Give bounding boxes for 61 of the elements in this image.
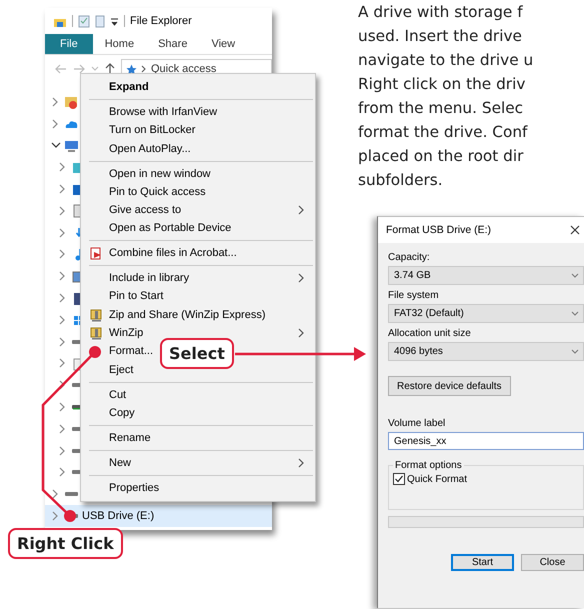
- menu-item[interactable]: Include in library: [81, 269, 315, 288]
- dialog-title: Format USB Drive (E:): [386, 224, 492, 236]
- up-arrow-icon[interactable]: [105, 63, 115, 75]
- menu-item[interactable]: Rename: [81, 428, 157, 447]
- menu-item[interactable]: Copy: [81, 404, 141, 422]
- field-label: Allocation unit size: [388, 328, 472, 339]
- chevron-icon: [141, 64, 147, 74]
- ribbon-tab[interactable]: View: [199, 34, 248, 54]
- chevron-down-icon: [571, 348, 579, 354]
- back-arrow-icon[interactable]: [55, 64, 67, 74]
- group-label: Format options: [394, 460, 463, 471]
- forward-arrow-icon[interactable]: [73, 64, 85, 74]
- ribbon-tab[interactable]: Share: [146, 34, 200, 54]
- start-button[interactable]: Start: [451, 554, 514, 571]
- callout-label: Select: [160, 338, 234, 369]
- menu-item[interactable]: Browse with IrfanView: [81, 102, 224, 122]
- volume-label-field[interactable]: Genesis_xx: [388, 432, 584, 450]
- window-title: File Explorer: [130, 15, 192, 27]
- ribbon-tab[interactable]: Home: [92, 34, 146, 54]
- menu-item[interactable]: Properties: [81, 478, 166, 497]
- tree-item-label: USB Drive (E:): [82, 510, 154, 522]
- menu-item[interactable]: Give access to: [81, 200, 315, 220]
- menu-item[interactable]: Eject: [81, 360, 140, 379]
- field-label: Capacity:: [388, 252, 431, 263]
- dropdown[interactable]: FAT32 (Default): [388, 304, 584, 323]
- ribbon-tab[interactable]: File: [45, 34, 93, 54]
- dropdown[interactable]: 4096 bytes: [388, 342, 584, 361]
- menu-item[interactable]: Cut: [81, 385, 132, 404]
- drive-icon: [65, 492, 78, 496]
- checkbox[interactable]: [393, 473, 405, 485]
- menu-item[interactable]: Open in new window: [81, 164, 217, 183]
- properties-icon[interactable]: [78, 14, 90, 28]
- breadcrumb-item[interactable]: Quick access: [151, 63, 216, 75]
- star-icon: [126, 64, 137, 74]
- instruction-paragraph: A drive with storage f used. Insert the drive navigate to the drive u Right click on the driv from the menu. Selec format the drive. Conf placed on the root dir subfolders.: [358, 2, 534, 191]
- menu-item[interactable]: Expand: [81, 78, 155, 96]
- close-icon[interactable]: [570, 225, 580, 235]
- menu-item[interactable]: Zip and Share (WinZip Express): [81, 306, 272, 324]
- folder-icon: [64, 94, 79, 110]
- field-label: File system: [388, 290, 440, 301]
- dropdown[interactable]: 3.74 GB: [388, 266, 584, 285]
- archive-icon: [89, 308, 103, 322]
- menu-item[interactable]: New: [81, 454, 315, 472]
- close-button[interactable]: Close: [521, 554, 584, 571]
- menu-item[interactable]: Turn on BitLocker: [81, 121, 202, 140]
- tree-item[interactable]: USB Drive (E:): [45, 505, 272, 527]
- menu-item[interactable]: Pin to Start: [81, 287, 170, 306]
- chevron-down-icon[interactable]: [51, 140, 61, 150]
- callout-label: Right Click: [8, 528, 123, 559]
- archive-icon: [89, 326, 103, 340]
- download-icon: [76, 228, 82, 238]
- menu-item[interactable]: Open AutoPlay...: [81, 139, 197, 158]
- menu-item[interactable]: Combine files in Acrobat...: [81, 244, 243, 262]
- restore-defaults-button[interactable]: Restore device defaults: [388, 376, 511, 396]
- checkbox-label: Quick Format: [407, 474, 468, 484]
- menu-item[interactable]: Pin to Quick access: [81, 182, 212, 201]
- menu-item[interactable]: Format...: [81, 342, 160, 361]
- field-label: Volume label: [388, 418, 446, 429]
- menu-item[interactable]: Open as Portable Device: [81, 219, 238, 238]
- chevron-down-icon: [571, 310, 579, 316]
- chevron-down-icon: [571, 272, 579, 278]
